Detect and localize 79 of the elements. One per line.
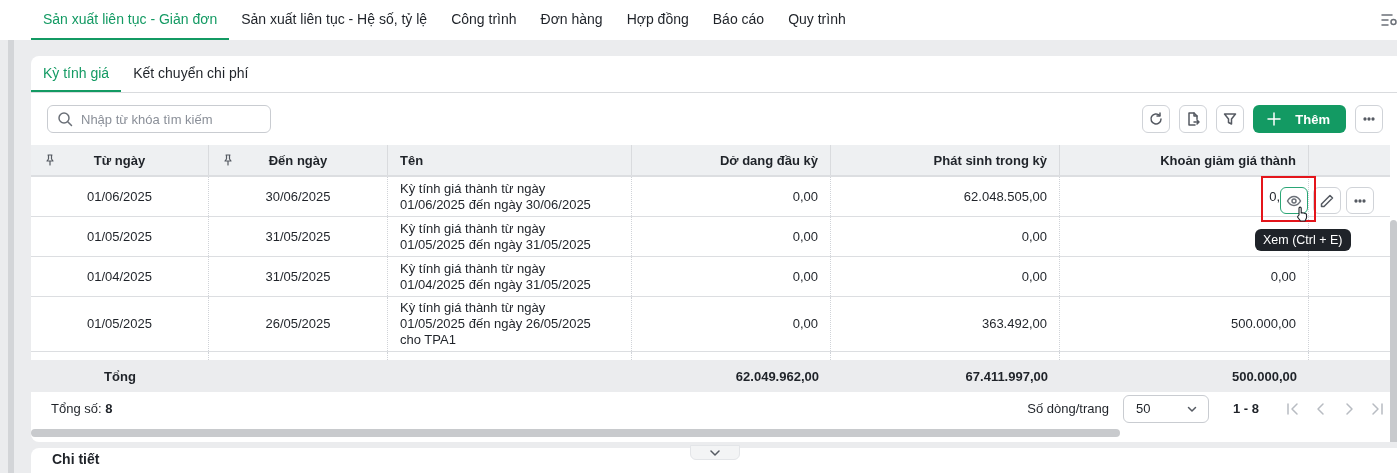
- table-cell: 26/05/2025: [265, 316, 331, 332]
- tab[interactable]: Kỳ tính giá: [31, 56, 122, 92]
- column-header: Dở dang đầu kỳ: [719, 152, 818, 168]
- table-cell: 01/05/2025: [86, 316, 153, 332]
- table-cell-text: Kỳ tính giá thành từ ngày 01/06/2025 đến ngày 30/06/2025: [400, 180, 592, 213]
- table-cell: 0,00: [1021, 268, 1047, 285]
- table-cell: 0,: [1269, 188, 1280, 205]
- first-page-icon[interactable]: [1285, 400, 1301, 417]
- pin-icon: [45, 154, 55, 166]
- table-cell: 62.048.505,00: [963, 188, 1047, 205]
- table-row[interactable]: 01/05/2025 26/05/2025 Kỳ tính giá thành từ ngày 01/05/2025 đến ngày 26/05/2025 cho TPA1 0,00 363.492,00 500.000,00: [31, 297, 1390, 352]
- add-button[interactable]: Thêm: [1253, 105, 1346, 133]
- tab[interactable]: Đơn hàng: [528, 0, 615, 40]
- filter-icon: [1222, 111, 1239, 127]
- search-field[interactable]: Nhập từ khóa tìm kiếm: [47, 105, 271, 133]
- refresh-button[interactable]: [1142, 105, 1171, 133]
- panel-title: Chi tiết: [52, 451, 100, 467]
- view-button[interactable]: [1280, 187, 1308, 214]
- tab[interactable]: Quy trình: [776, 0, 858, 40]
- table-cell: 0,00: [792, 188, 818, 205]
- refresh-icon: [1148, 111, 1165, 127]
- column-header: Khoản giảm giá thành: [1160, 152, 1296, 168]
- total-value: 500.000,00: [1231, 368, 1297, 384]
- horizontal-scrollbar[interactable]: [31, 429, 1120, 437]
- collapse-button[interactable]: [690, 445, 740, 460]
- tab[interactable]: Hợp đồng: [614, 0, 701, 40]
- column-header: Tên: [400, 152, 424, 168]
- table-cell: 500.000,00: [1230, 316, 1296, 332]
- table-cell: 0,00: [792, 268, 818, 285]
- edit-button[interactable]: [1313, 187, 1341, 214]
- table-cell: 01/06/2025: [86, 188, 153, 205]
- table-cell: 30/06/2025: [265, 188, 331, 205]
- filter-button[interactable]: [1216, 105, 1245, 133]
- column-header: Đến ngày: [268, 152, 328, 168]
- table-row[interactable]: 01/06/2025 30/06/2025 Kỳ tính giá thành từ ngày 01/06/2025 đến ngày 30/06/2025 0,00 62.048.505,00 0,: [31, 177, 1390, 217]
- table-cell: 31/05/2025: [265, 268, 331, 285]
- table-cell: 363.492,00: [981, 316, 1047, 332]
- tab[interactable]: Sản xuất liên tục - Hệ số, tỷ lệ: [229, 0, 440, 40]
- more-button[interactable]: [1346, 187, 1374, 214]
- table-cell: 0,00: [792, 228, 818, 245]
- more-button[interactable]: [1355, 105, 1383, 133]
- table-cell: 0,00: [1021, 228, 1047, 245]
- more-icon: [1354, 198, 1366, 203]
- total-count: Tổng số: 8: [51, 401, 113, 416]
- total-value: 62.049.962,00: [735, 368, 819, 384]
- table-cell: 31/05/2025: [265, 228, 331, 245]
- plus-icon: [1267, 112, 1282, 126]
- pin-icon: [223, 154, 233, 166]
- export-button[interactable]: [1179, 105, 1208, 133]
- table-cell-text: Kỳ tính giá thành từ ngày 01/04/2025 đến ngày 31/05/2025: [400, 260, 592, 293]
- column-header: Từ ngày: [93, 152, 146, 168]
- last-page-icon[interactable]: [1369, 400, 1385, 417]
- tab[interactable]: Báo cáo: [700, 0, 777, 40]
- vertical-scrollbar[interactable]: [1390, 220, 1397, 442]
- more-icon: [1363, 117, 1375, 121]
- search-icon: [57, 111, 73, 127]
- rows-per-page-label: Số dòng/trang: [1027, 401, 1109, 416]
- table-row[interactable]: 01/04/2025 31/05/2025 Kỳ tính giá thành từ ngày 01/04/2025 đến ngày 31/05/2025 0,00 0,00 0,00: [31, 257, 1390, 297]
- column-settings-icon[interactable]: [1381, 12, 1397, 28]
- page-range: 1 - 8: [1233, 401, 1259, 416]
- table-cell: 0,00: [1270, 268, 1296, 285]
- table-cell: 01/04/2025: [86, 268, 153, 285]
- tooltip: Xem (Ctrl + E): [1255, 229, 1351, 251]
- table-cell-text: Kỳ tính giá thành từ ngày 01/05/2025 đến ngày 26/05/2025 cho TPA1: [400, 300, 592, 348]
- total-label: Tổng: [104, 368, 136, 384]
- highlight-frame: [1261, 176, 1316, 222]
- table-cell-text: Kỳ tính giá thành từ ngày 01/05/2025 đến ngày 31/05/2025: [400, 220, 592, 253]
- tab[interactable]: Sản xuất liên tục - Giản đơn: [31, 0, 230, 40]
- table-cell: 0,00: [792, 316, 818, 332]
- page-size-select[interactable]: 50: [1123, 394, 1209, 423]
- total-value: 67.411.997,00: [965, 368, 1048, 384]
- chevron-down-icon: [710, 449, 720, 456]
- file-export-icon: [1185, 111, 1202, 127]
- column-header: Phát sinh trong kỳ: [933, 152, 1047, 168]
- pencil-icon: [1319, 192, 1335, 209]
- tab[interactable]: Kết chuyển chi phí: [121, 56, 261, 92]
- table-cell: 01/05/2025: [86, 228, 153, 245]
- tab[interactable]: Công trình: [439, 0, 529, 40]
- hand-cursor-icon: [1295, 206, 1309, 222]
